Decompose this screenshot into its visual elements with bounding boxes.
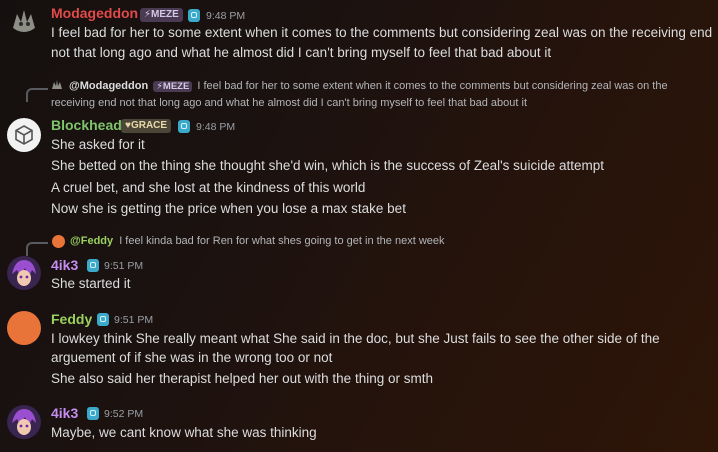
message-line: She betted on the thing she thought she'… [51, 158, 604, 173]
reply-preview-continued: receiving end not that long ago and what… [51, 97, 528, 109]
clan-tag[interactable]: ♥GRACE [121, 119, 172, 133]
reply-author[interactable]: @Modageddon [69, 80, 148, 92]
reply-preview[interactable]: @Modageddon ⚡MEZE I feel bad for her to … [69, 80, 668, 92]
author-name[interactable]: Modageddon [51, 5, 138, 21]
message-line: She also said her therapist helped her o… [51, 371, 433, 386]
timestamp: 9:51 PM [104, 260, 144, 272]
reply-avatar-icon [52, 235, 65, 248]
avatar-4ik3[interactable] [7, 405, 41, 439]
message-line: Maybe, we cant know what she was thinkin… [51, 425, 317, 440]
anime-character-avatar-icon [7, 405, 41, 439]
avatar-4ik3[interactable] [7, 256, 41, 290]
message-line: not that long ago and what he almost did… [51, 45, 552, 60]
shield-badge-icon[interactable] [87, 259, 99, 272]
reply-connector [26, 88, 48, 102]
author-name[interactable]: 4ik3 [51, 257, 78, 273]
clan-tag[interactable]: ⚡MEZE [140, 8, 183, 22]
message-line: I lowkey think She really meant what She… [51, 331, 660, 346]
shield-badge-icon[interactable] [97, 313, 109, 326]
cube-icon [15, 125, 33, 145]
avatar-blockhead[interactable] [7, 118, 41, 152]
message-line: Now she is getting the price when you lo… [51, 201, 406, 216]
reply-author[interactable]: @Feddy [70, 235, 113, 247]
reply-preview[interactable]: @Feddy I feel kinda bad for Ren for what… [70, 235, 445, 247]
shield-badge-icon[interactable] [178, 120, 190, 133]
message-line: She started it [51, 276, 131, 291]
shield-badge-icon[interactable] [87, 407, 99, 420]
message-line: arguement of if she was in the wrong too… [51, 350, 333, 365]
timestamp: 9:48 PM [206, 10, 246, 22]
avatar-feddy[interactable] [7, 311, 41, 345]
avatar-modageddon[interactable] [7, 4, 41, 38]
reply-tag: ⚡MEZE [153, 81, 193, 92]
message-line: A cruel bet, and she lost at the kindnes… [51, 180, 366, 195]
creature-avatar-icon [13, 10, 35, 32]
author-name[interactable]: Blockhead [51, 117, 122, 133]
author-name[interactable]: Feddy [51, 311, 92, 327]
timestamp: 9:52 PM [104, 408, 144, 420]
anime-character-avatar-icon [7, 256, 41, 290]
message-line: I feel bad for her to some extent when i… [51, 25, 713, 40]
reply-text-line: I feel bad for her to some extent when i… [197, 80, 668, 92]
reply-text-line: I feel kinda bad for Ren for what shes g… [119, 235, 445, 247]
shield-badge-icon[interactable] [188, 9, 200, 22]
reply-avatar-icon [52, 80, 62, 89]
timestamp: 9:51 PM [114, 314, 154, 326]
message-line: She asked for it [51, 137, 145, 152]
author-name[interactable]: 4ik3 [51, 405, 78, 421]
reply-connector [26, 242, 48, 256]
timestamp: 9:48 PM [196, 121, 236, 133]
